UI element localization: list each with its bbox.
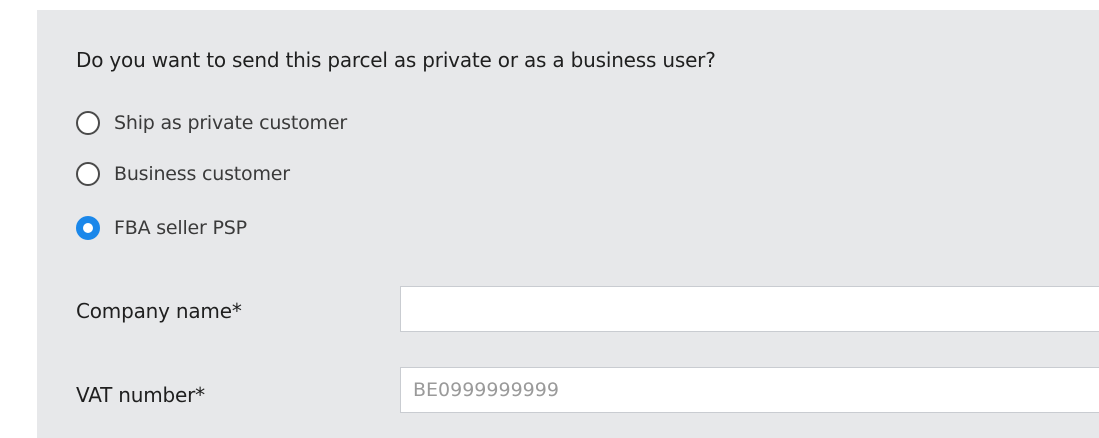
radio-business-customer[interactable]: Business customer xyxy=(76,159,290,189)
radio-selected-icon[interactable] xyxy=(76,216,100,240)
radio-label-fba-seller-psp: FBA seller PSP xyxy=(114,217,247,239)
company-name-input[interactable] xyxy=(400,286,1099,332)
radio-circle-icon[interactable] xyxy=(76,162,100,186)
customer-type-question: Do you want to send this parcel as priva… xyxy=(76,48,716,72)
radio-private-customer[interactable]: Ship as private customer xyxy=(76,108,347,138)
company-name-label: Company name* xyxy=(76,299,242,323)
customer-type-panel: Do you want to send this parcel as priva… xyxy=(37,10,1099,438)
radio-circle-icon[interactable] xyxy=(76,111,100,135)
vat-number-label: VAT number* xyxy=(76,383,205,407)
radio-label-business-customer: Business customer xyxy=(114,163,290,185)
radio-fba-seller-psp[interactable]: FBA seller PSP xyxy=(76,213,247,243)
vat-number-input[interactable] xyxy=(400,367,1099,413)
radio-label-private-customer: Ship as private customer xyxy=(114,112,347,134)
